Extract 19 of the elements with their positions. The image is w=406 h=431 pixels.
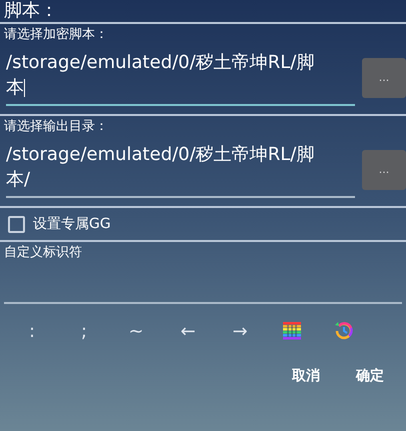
field-label: 请选择输出目录：	[3, 118, 109, 136]
field-label: 请选择加密脚本：	[3, 26, 109, 44]
dialog-title: 脚本：	[3, 0, 59, 21]
symbol-key[interactable]: →	[228, 318, 252, 344]
symbol-key[interactable]: ←	[176, 318, 200, 344]
dialog-button[interactable]: 取消	[292, 366, 320, 387]
symbol-key[interactable]: ;	[76, 318, 92, 344]
checkbox[interactable]	[8, 216, 25, 232]
browse-button[interactable]: ...	[362, 150, 406, 190]
grid-icon[interactable]	[282, 321, 302, 341]
identifier-label: 自定义标识符	[3, 244, 83, 262]
path-field[interactable]: /storage/emulated/0/秽土帝坤RL/脚本/	[6, 142, 355, 198]
checkbox-label: 设置专属GG	[33, 214, 111, 234]
dialog-button[interactable]: 确定	[356, 366, 384, 387]
symbol-key[interactable]: :	[24, 318, 40, 344]
browse-button[interactable]: ...	[362, 58, 406, 98]
path-field[interactable]: /storage/emulated/0/秽土帝坤RL/脚本	[6, 50, 355, 106]
symbol-key[interactable]: ~	[124, 318, 148, 344]
history-icon[interactable]	[333, 320, 355, 342]
